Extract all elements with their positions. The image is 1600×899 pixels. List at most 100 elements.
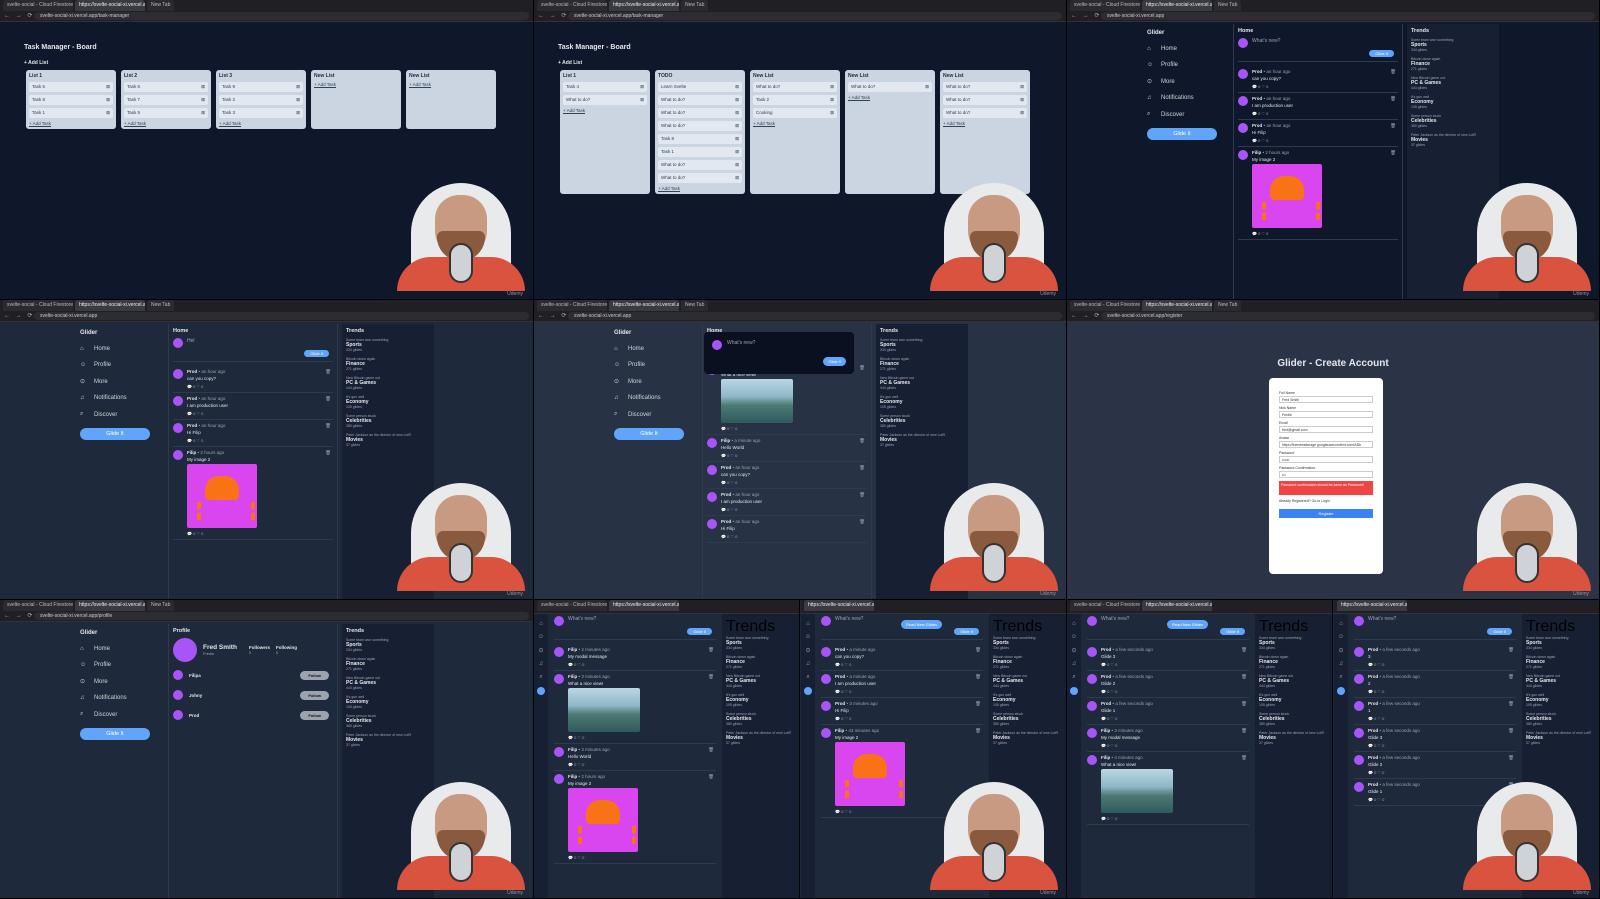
field-input[interactable]: fred@gmail.com <box>1279 426 1373 433</box>
task-card[interactable]: What to do? ⊠ <box>943 82 1027 92</box>
trend-item[interactable]: Some person stuck Celebrities 380 glides <box>1411 114 1495 128</box>
profile-icon[interactable]: ☺ <box>801 634 815 640</box>
avatar[interactable] <box>1238 96 1248 106</box>
avatar[interactable] <box>1354 701 1364 711</box>
login-link[interactable]: Already Registered? Go to Login <box>1279 499 1373 503</box>
follow-button[interactable]: Follow <box>300 670 329 680</box>
browser-tab[interactable]: svelte-social - Cloud Firestore <box>3 0 73 11</box>
trash-icon[interactable]: 🗑 <box>1508 755 1514 761</box>
list-title[interactable]: TODO <box>658 73 742 79</box>
post-actions[interactable]: 💬 0 ♡ 0 <box>1368 743 1516 748</box>
list-title[interactable]: New List <box>753 73 837 79</box>
trend-item[interactable]: Some person stuck Celebrities 380 glides <box>1259 712 1328 726</box>
avatar[interactable] <box>173 710 183 720</box>
trash-icon[interactable]: 🗑 <box>1508 701 1514 707</box>
post-actions[interactable]: 💬 0 ♡ 0 <box>835 716 983 721</box>
post-user[interactable]: Prod <box>1252 69 1262 74</box>
trend-item[interactable]: Some team won something Sports 334 glides <box>1526 636 1595 650</box>
browser-tab[interactable]: https://svelte-social-xi.vercel.app <box>804 600 874 611</box>
browser-tab[interactable]: New Tab <box>681 0 709 11</box>
trend-item[interactable]: New Bitcoin game out PC & Games 444 glides <box>726 674 795 688</box>
avatar[interactable] <box>554 774 564 784</box>
glide-it-button[interactable]: Glide It <box>614 428 684 440</box>
add-task-button[interactable]: + Add Task <box>124 121 208 126</box>
trend-item[interactable]: It's gun well Economy 105 glides <box>346 395 430 409</box>
trash-icon[interactable]: 🗑 <box>708 674 714 680</box>
avatar[interactable] <box>821 674 831 684</box>
trend-item[interactable]: It's gun well Economy 105 glides <box>1411 95 1495 109</box>
nav-buttons[interactable]: ← → ⟳ <box>538 312 568 319</box>
trend-item[interactable]: Some team won something Sports 334 glides <box>880 338 964 352</box>
trend-item[interactable]: Bitcoin down again Finance 271 glides <box>1259 655 1328 669</box>
sidebar-item-notifications[interactable]: ♫ Notifications <box>1147 95 1227 101</box>
delete-icon[interactable]: ⊠ <box>296 84 300 90</box>
search-icon[interactable]: ⌕ <box>801 674 815 681</box>
task-card[interactable]: Task 2 ⊠ <box>219 95 303 105</box>
home-icon[interactable]: ⌂ <box>1067 621 1081 627</box>
list-title[interactable]: List 2 <box>124 73 208 79</box>
trash-icon[interactable]: 🗑 <box>859 438 865 444</box>
sidebar-item-profile[interactable]: ☺ Profile <box>614 362 694 368</box>
trend-item[interactable]: New Bitcoin game out PC & Games 444 glides <box>346 676 430 690</box>
add-task-button[interactable]: + Add Task <box>409 82 493 87</box>
avatar[interactable] <box>554 647 564 657</box>
post-actions[interactable]: 💬 0 ♡ 0 <box>721 507 867 512</box>
browser-tab[interactable]: https://svelte-social-xi.vercel.app <box>1337 600 1407 611</box>
task-card[interactable]: What to do? ⊠ <box>658 108 742 118</box>
trend-item[interactable]: Bitcoin down again Finance 271 glides <box>726 655 795 669</box>
field-input[interactable]: •••••• <box>1279 456 1373 463</box>
task-card[interactable]: What to do? ⊠ <box>658 160 742 170</box>
field-input[interactable]: Fredie <box>1279 411 1373 418</box>
compose-input[interactable]: What's new? <box>1368 616 1396 622</box>
browser-tab[interactable]: svelte-social - Cloud Firestore <box>3 300 73 311</box>
post-user[interactable]: Filip <box>1101 728 1110 733</box>
browser-tab[interactable]: https://svelte-social-xi.vercel.app <box>609 0 679 11</box>
glide-icon-button[interactable] <box>804 687 812 695</box>
post-user[interactable]: Prod <box>1101 701 1111 706</box>
sidebar-item-notifications[interactable]: ♫ Notifications <box>80 395 160 401</box>
list-title[interactable]: List 1 <box>563 73 647 79</box>
trend-item[interactable]: Peter Jackson as the director of new Lot… <box>346 433 430 447</box>
add-task-button[interactable]: + Add Task <box>943 121 1027 126</box>
home-icon[interactable]: ⌂ <box>534 621 548 627</box>
trash-icon[interactable]: 🗑 <box>859 365 865 371</box>
nav-buttons[interactable]: ← → ⟳ <box>4 312 34 319</box>
trash-icon[interactable]: 🗑 <box>1241 674 1247 680</box>
avatar[interactable] <box>1354 647 1364 657</box>
trend-item[interactable]: Some team won something Sports 334 glides <box>993 636 1062 650</box>
glider-logo[interactable]: Glider <box>80 630 160 636</box>
bell-icon[interactable]: ♫ <box>1067 661 1081 667</box>
avatar[interactable] <box>707 519 717 529</box>
delete-icon[interactable]: ⊠ <box>296 97 300 103</box>
browser-tab[interactable]: New Tab <box>147 300 175 311</box>
add-task-button[interactable]: + Add Task <box>314 82 398 87</box>
trend-item[interactable]: New Bitcoin game out PC & Games 444 glides <box>993 674 1062 688</box>
delete-icon[interactable]: ⊠ <box>640 97 644 103</box>
trash-icon[interactable]: 🗑 <box>325 369 331 375</box>
delete-icon[interactable]: ⊠ <box>735 136 739 142</box>
person-name[interactable]: Prod <box>189 713 199 718</box>
trend-item[interactable]: It's gun well Economy 105 glides <box>1526 693 1595 707</box>
post-actions[interactable]: 💬 0 ♡ 0 <box>1252 111 1398 116</box>
post-actions[interactable]: 💬 0 ♡ 0 <box>1252 84 1398 89</box>
trash-icon[interactable]: 🗑 <box>1241 701 1247 707</box>
trash-icon[interactable]: 🗑 <box>1390 96 1396 102</box>
post-user[interactable]: Prod <box>1101 674 1111 679</box>
avatar[interactable] <box>173 396 183 406</box>
list-title[interactable]: List 1 <box>29 73 113 79</box>
nav-buttons[interactable]: ← → ⟳ <box>1071 312 1101 319</box>
trend-item[interactable]: Peter Jackson as the director of new Lot… <box>726 731 795 745</box>
bell-icon[interactable]: ♫ <box>801 661 815 667</box>
list-title[interactable]: List 3 <box>219 73 303 79</box>
compose-input[interactable]: What's new? <box>835 616 863 622</box>
trash-icon[interactable]: 🗑 <box>1508 674 1514 680</box>
post-actions[interactable]: 💬 0 ♡ 0 <box>835 662 983 667</box>
task-card[interactable]: What to do? ⊠ <box>943 108 1027 118</box>
delete-icon[interactable]: ⊠ <box>201 110 205 116</box>
post-user[interactable]: Prod <box>835 701 845 706</box>
trend-item[interactable]: Some person stuck Celebrities 380 glides <box>346 714 430 728</box>
browser-tab[interactable]: https://svelte-social-xi.vercel.app <box>75 300 145 311</box>
post-actions[interactable]: 💬 0 ♡ 0 <box>1368 689 1516 694</box>
trend-item[interactable]: New Bitcoin game out PC & Games 444 glides <box>1259 674 1328 688</box>
trash-icon[interactable]: 🗑 <box>1241 647 1247 653</box>
